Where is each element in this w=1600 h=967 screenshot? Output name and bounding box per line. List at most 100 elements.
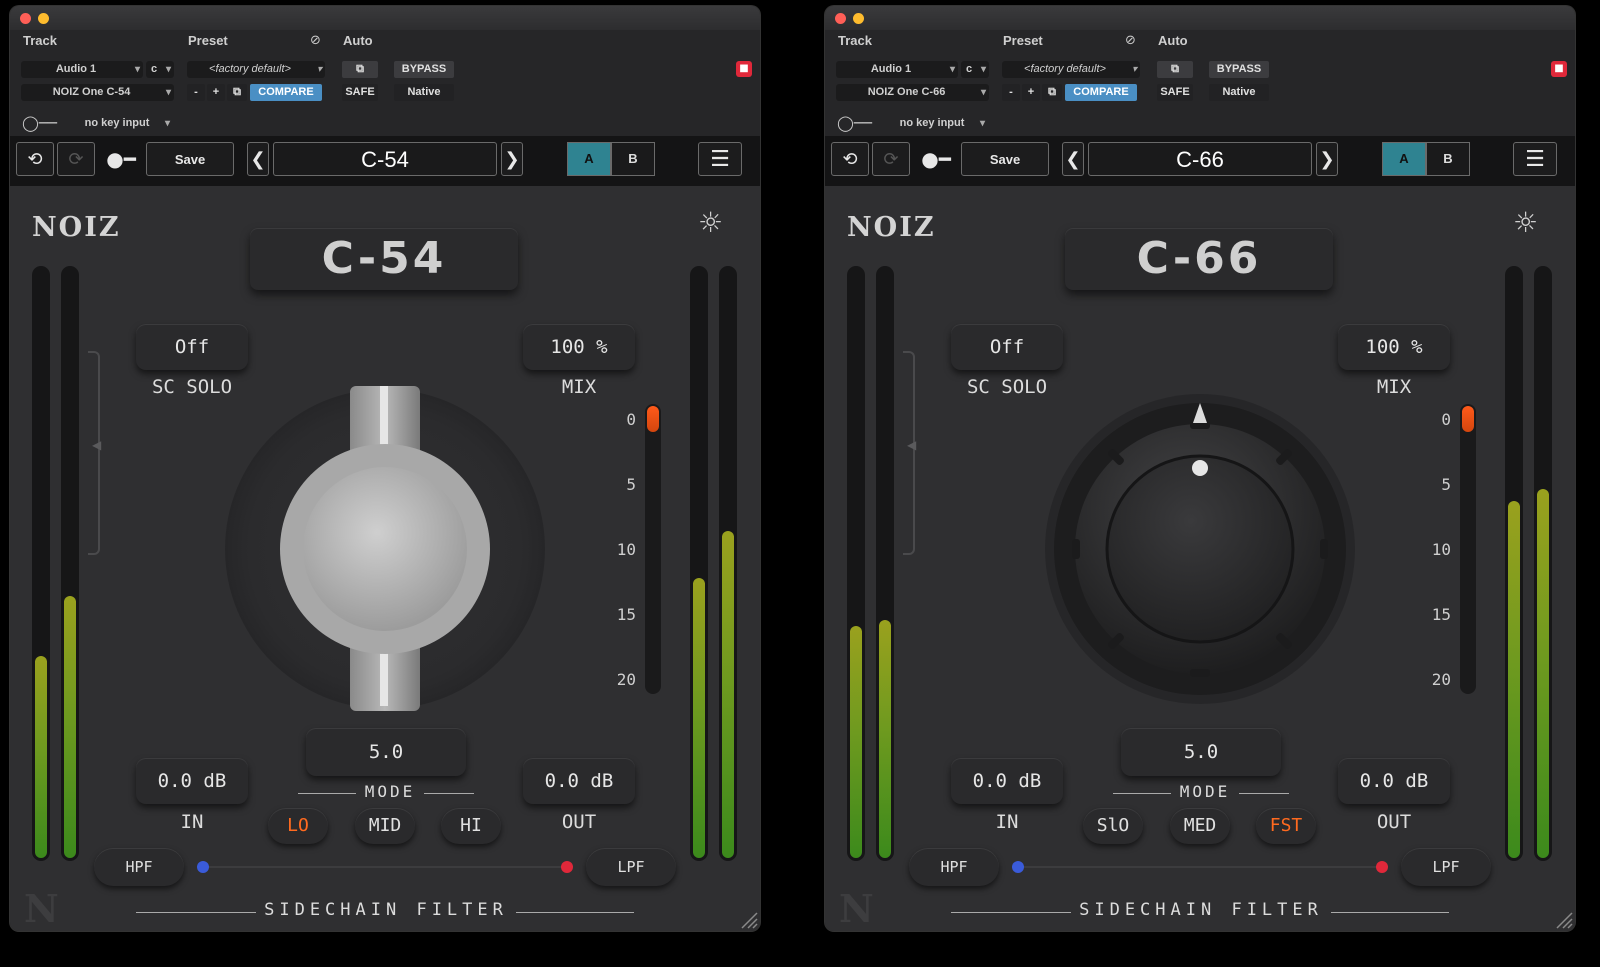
sidechain-filter-label: SIDECHAIN FILTER [264, 900, 508, 920]
resize-handle-icon[interactable] [1553, 909, 1573, 929]
license-key-icon[interactable]: ●━ [916, 142, 956, 176]
next-preset-button[interactable]: ❯ [501, 142, 523, 176]
hpf-button[interactable]: HPF [909, 848, 999, 886]
next-preset-button[interactable]: ❯ [1316, 142, 1338, 176]
title-bar[interactable] [10, 6, 760, 30]
compare-button[interactable]: COMPARE [1065, 84, 1137, 101]
output-meter-left-fill [1508, 501, 1520, 858]
title-bar[interactable] [825, 6, 1575, 30]
redo-icon[interactable]: ⟳ [872, 142, 910, 176]
preset-select[interactable]: <factory default> [187, 61, 325, 78]
mode-med-button[interactable]: MED [1170, 808, 1230, 844]
sc-solo-button[interactable]: Off [136, 324, 248, 370]
preset-menu-icon[interactable]: ⊘ [1125, 32, 1136, 49]
preset-menu-icon[interactable]: ⊘ [310, 32, 321, 49]
copy-icon[interactable]: ⧉ [1042, 84, 1062, 101]
key-input-select[interactable]: no key input [73, 115, 173, 132]
sc-solo-button[interactable]: Off [951, 324, 1063, 370]
input-gain-display[interactable]: 0.0 dB [136, 758, 248, 804]
sidechain-filter-track[interactable] [206, 866, 568, 868]
minimize-button[interactable] [853, 13, 864, 24]
plugin-select[interactable]: NOIZ One C-54 [21, 84, 174, 101]
hamburger-menu-icon[interactable]: ☰ [698, 142, 742, 176]
minimize-button[interactable] [38, 13, 49, 24]
mode-hi-button[interactable]: HI [441, 808, 501, 844]
output-gain-display[interactable]: 0.0 dB [523, 758, 635, 804]
preset-prev-button[interactable]: - [1002, 84, 1020, 101]
preset-name-display[interactable]: C-54 [273, 142, 497, 176]
sidechain-line-left [136, 912, 256, 913]
output-gain-display[interactable]: 0.0 dB [1338, 758, 1450, 804]
lpf-handle[interactable] [561, 861, 573, 873]
preset-select[interactable]: <factory default> [1002, 61, 1140, 78]
hpf-handle[interactable] [1012, 861, 1024, 873]
gr-scale-5: 5 [626, 475, 636, 494]
gain-reduction-meter [645, 404, 661, 694]
copy-icon[interactable]: ⧉ [227, 84, 247, 101]
threshold-knob[interactable] [220, 381, 550, 721]
gr-scale-15: 15 [616, 605, 636, 624]
close-button[interactable] [835, 13, 846, 24]
previous-preset-button[interactable]: ❮ [247, 142, 269, 176]
hamburger-menu-icon[interactable]: ☰ [1513, 142, 1557, 176]
a-button[interactable]: A [1382, 142, 1426, 176]
track-select[interactable]: Audio 1 [21, 61, 143, 78]
key-input-select[interactable]: no key input [888, 115, 988, 132]
a-button[interactable]: A [567, 142, 611, 176]
automation-icon[interactable]: ⧉ [1157, 61, 1193, 78]
lpf-button[interactable]: LPF [1401, 848, 1491, 886]
input-gain-display[interactable]: 0.0 dB [951, 758, 1063, 804]
safe-button[interactable]: SAFE [342, 84, 378, 101]
preset-name-display[interactable]: C-66 [1088, 142, 1312, 176]
bypass-button[interactable]: BYPASS [394, 61, 454, 78]
safe-button[interactable]: SAFE [1157, 84, 1193, 101]
undo-icon[interactable]: ⟲ [16, 142, 54, 176]
input-trim-arrow-icon[interactable]: ◀ [907, 438, 916, 452]
redo-icon[interactable]: ⟳ [57, 142, 95, 176]
close-button[interactable] [20, 13, 31, 24]
sidechain-filter-track[interactable] [1021, 866, 1383, 868]
undo-icon[interactable]: ⟲ [831, 142, 869, 176]
bypass-button[interactable]: BYPASS [1209, 61, 1269, 78]
input-meter-right-fill [64, 596, 76, 858]
resize-handle-icon[interactable] [738, 909, 758, 929]
b-button[interactable]: B [611, 142, 655, 176]
mode-lo-button[interactable]: LO [268, 808, 328, 844]
b-button[interactable]: B [1426, 142, 1470, 176]
mode-fst-button[interactable]: FST [1256, 808, 1316, 844]
native-button[interactable]: Native [394, 84, 454, 101]
host-header: Track Preset ⊘ Auto Audio 1 c NOIZ One C… [825, 30, 1575, 136]
hpf-handle[interactable] [197, 861, 209, 873]
threshold-knob[interactable] [1035, 381, 1365, 721]
mix-display[interactable]: 100 % [1338, 324, 1450, 370]
preset-next-button[interactable]: + [207, 84, 225, 101]
preset-prev-button[interactable]: - [187, 84, 205, 101]
license-key-icon[interactable]: ●━ [101, 142, 141, 176]
channel-select[interactable]: c [146, 61, 174, 78]
lpf-handle[interactable] [1376, 861, 1388, 873]
track-select[interactable]: Audio 1 [836, 61, 958, 78]
input-trim-arrow-icon[interactable]: ◀ [92, 438, 101, 452]
compare-button[interactable]: COMPARE [250, 84, 322, 101]
mode-slo-button[interactable]: SlO [1083, 808, 1143, 844]
lpf-button[interactable]: LPF [586, 848, 676, 886]
mix-display[interactable]: 100 % [523, 324, 635, 370]
native-button[interactable]: Native [1209, 84, 1269, 101]
record-icon[interactable]: ■ [1551, 61, 1567, 77]
plugin-window-c66: Track Preset ⊘ Auto Audio 1 c NOIZ One C… [825, 6, 1575, 931]
automation-icon[interactable]: ⧉ [342, 61, 378, 78]
mode-label: MODE [364, 782, 416, 801]
sun-icon[interactable]: ☼ [698, 206, 723, 239]
save-button[interactable]: Save [961, 142, 1049, 176]
sun-icon[interactable]: ☼ [1513, 206, 1538, 239]
plugin-select[interactable]: NOIZ One C-66 [836, 84, 989, 101]
mode-line-left [1113, 793, 1171, 794]
gr-scale-15: 15 [1431, 605, 1451, 624]
previous-preset-button[interactable]: ❮ [1062, 142, 1084, 176]
record-icon[interactable]: ■ [736, 61, 752, 77]
channel-select[interactable]: c [961, 61, 989, 78]
hpf-button[interactable]: HPF [94, 848, 184, 886]
mode-mid-button[interactable]: MID [355, 808, 415, 844]
preset-next-button[interactable]: + [1022, 84, 1040, 101]
save-button[interactable]: Save [146, 142, 234, 176]
